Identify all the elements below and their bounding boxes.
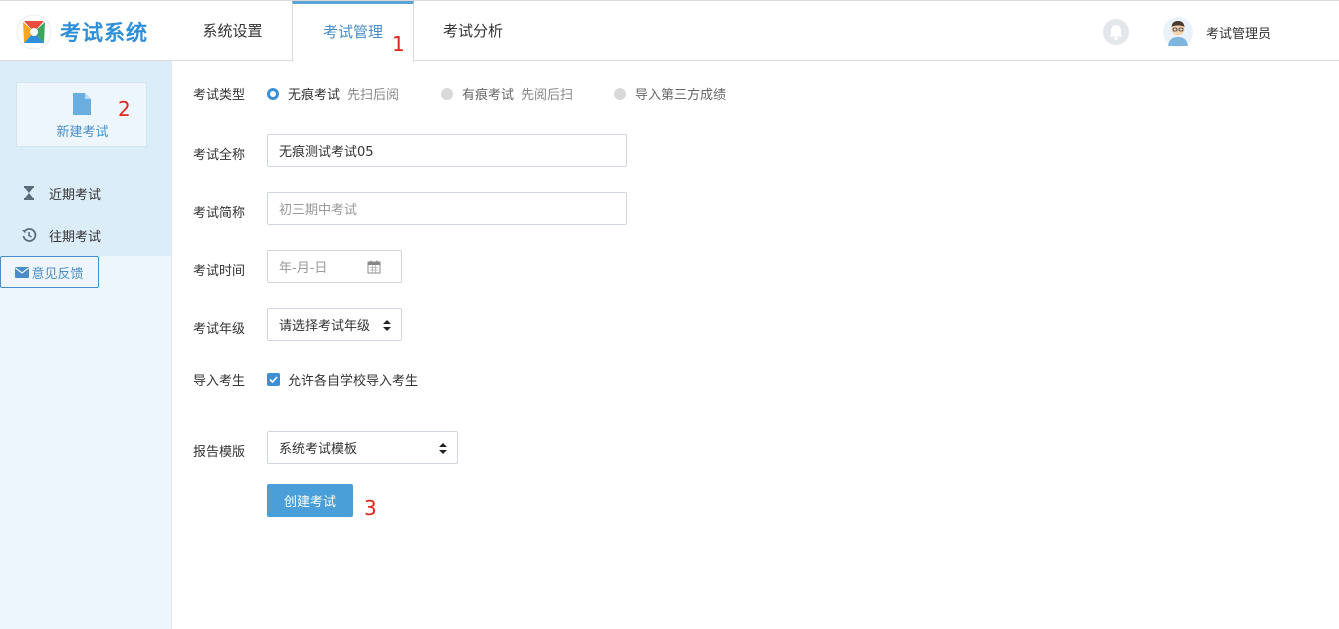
- radio-label: 有痕考试: [462, 88, 515, 103]
- report-template-select[interactable]: 系统考试模板: [267, 431, 458, 464]
- input-placeholder: 初三期中考试: [279, 203, 358, 218]
- document-icon: [73, 93, 91, 115]
- select-arrows-icon: [383, 320, 391, 331]
- top-navbar: 考试系统 系统设置 考试管理 考试分析 1 考试管理员: [0, 0, 1339, 62]
- select-value: 请选择考试年级: [279, 319, 371, 334]
- history-icon: [22, 228, 37, 242]
- sidebar-item-label: 近期考试: [49, 187, 102, 203]
- import-students-label: 导入考生: [193, 374, 246, 389]
- tab-exam-analysis[interactable]: 考试分析: [414, 1, 532, 61]
- app-logo[interactable]: 考试系统: [16, 14, 148, 50]
- notification-bell-icon[interactable]: [1103, 19, 1129, 45]
- select-value: 系统考试模板: [279, 442, 358, 457]
- exam-date-label: 考试时间: [193, 264, 246, 279]
- exam-grade-label: 考试年级: [193, 322, 246, 337]
- short-name-label: 考试简称: [193, 206, 246, 221]
- user-avatar[interactable]: [1163, 16, 1193, 48]
- input-placeholder: 年-月-日: [279, 261, 328, 276]
- radio-traced-exam[interactable]: 有痕考试 先阅后扫: [441, 84, 573, 103]
- annotation-marker: 3: [364, 496, 377, 520]
- short-name-input[interactable]: 初三期中考试: [267, 192, 627, 225]
- avatar-icon: [1163, 17, 1193, 47]
- tab-label: 考试分析: [442, 22, 503, 40]
- radio-traceless-exam[interactable]: 无痕考试 先扫后阅: [267, 84, 399, 103]
- button-label: 创建考试: [283, 495, 336, 510]
- tab-system-settings[interactable]: 系统设置: [172, 1, 293, 61]
- bell-icon: [1109, 25, 1123, 41]
- annotation-marker: 2: [118, 97, 131, 121]
- exam-grade-select[interactable]: 请选择考试年级: [267, 308, 402, 341]
- sidebar-item-past-exams[interactable]: 往期考试: [21, 225, 101, 245]
- tab-label: 考试管理: [322, 23, 383, 41]
- radio-label: 导入第三方成绩: [635, 88, 727, 103]
- sidebar-item-label: 往期考试: [49, 229, 102, 245]
- radio-checked-icon: [267, 87, 279, 100]
- feedback-label: 意见反馈: [31, 266, 84, 282]
- annotation-marker: 1: [392, 32, 405, 56]
- select-arrows-icon: [439, 443, 447, 454]
- report-template-label: 报告模版: [193, 445, 246, 460]
- new-exam-label: 新建考试: [56, 125, 109, 140]
- input-value: 无痕测试考试05: [279, 145, 374, 160]
- checkbox-label: 允许各自学校导入考生: [288, 374, 419, 389]
- app-title: 考试系统: [60, 21, 148, 45]
- calendar-icon[interactable]: [367, 260, 381, 274]
- hourglass-icon: [24, 186, 34, 200]
- envelope-icon: [15, 266, 30, 278]
- tab-label: 系统设置: [202, 22, 263, 40]
- radio-disabled-icon: [614, 87, 626, 100]
- checkbox-checked-icon: [267, 373, 280, 386]
- sidebar-item-recent-exams[interactable]: 近期考试: [21, 183, 101, 203]
- radio-import-third-party[interactable]: 导入第三方成绩: [614, 84, 726, 103]
- radio-disabled-icon: [441, 87, 453, 100]
- radio-label: 无痕考试: [288, 88, 341, 103]
- user-name[interactable]: 考试管理员: [1206, 23, 1271, 42]
- create-exam-button[interactable]: 创建考试: [267, 484, 353, 517]
- exam-date-input[interactable]: 年-月-日: [267, 250, 402, 283]
- radio-sub-label: 先扫后阅: [347, 88, 400, 103]
- full-name-label: 考试全称: [193, 148, 246, 163]
- logo-icon: [16, 14, 52, 50]
- radio-sub-label: 先阅后扫: [521, 88, 574, 103]
- exam-type-label: 考试类型: [193, 88, 246, 103]
- allow-school-import-checkbox[interactable]: 允许各自学校导入考生: [267, 370, 418, 389]
- feedback-button[interactable]: 意见反馈: [0, 256, 99, 288]
- sidebar: 新建考试 2 近期考试 往期考试 意见反馈: [0, 61, 172, 629]
- full-name-input[interactable]: 无痕测试考试05: [267, 134, 627, 167]
